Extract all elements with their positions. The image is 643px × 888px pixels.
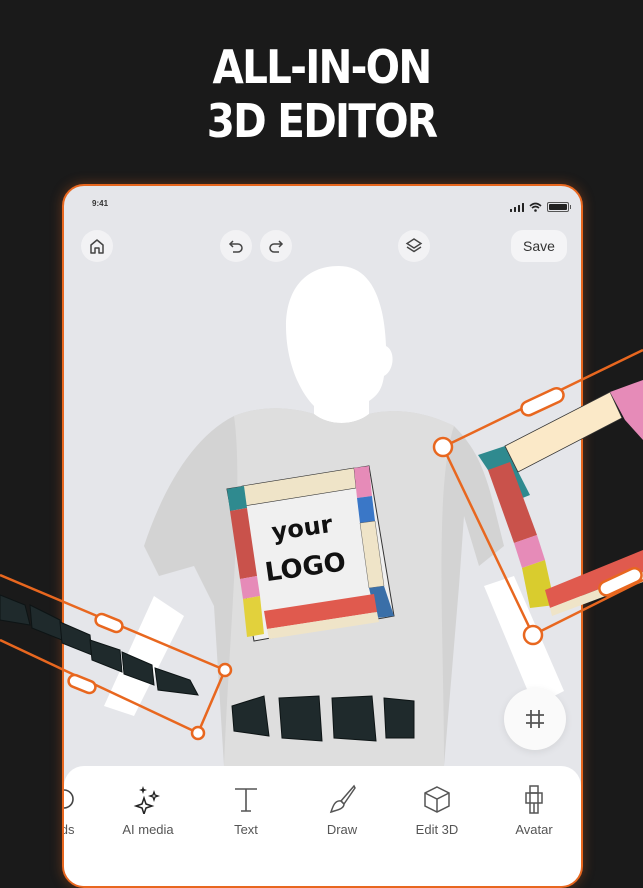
undo-icon xyxy=(228,240,243,253)
layers-icon xyxy=(405,238,423,253)
phone-screen: your LOGO 9:41 Save ads xyxy=(62,184,583,888)
save-button[interactable]: Save xyxy=(511,230,567,262)
grid-icon xyxy=(526,710,544,728)
brush-icon xyxy=(329,784,356,814)
battery-icon xyxy=(547,202,571,212)
tool-ai-media[interactable]: AI media xyxy=(108,784,188,837)
signal-icon xyxy=(509,202,524,212)
status-time: 9:41 xyxy=(92,199,109,208)
text-icon xyxy=(235,788,257,812)
undo-button[interactable] xyxy=(220,230,252,262)
sparkles-icon xyxy=(133,786,161,814)
redo-button[interactable] xyxy=(260,230,292,262)
tool-label: Text xyxy=(234,822,258,837)
tool-edit-3d[interactable]: Edit 3D xyxy=(397,784,477,837)
tool-label: Avatar xyxy=(515,822,553,837)
redo-icon xyxy=(269,240,284,253)
tool-text[interactable]: Text xyxy=(206,784,286,837)
headline-line-2: 3D EDITOR xyxy=(206,94,438,148)
tool-uploads[interactable]: ads xyxy=(62,784,104,837)
headline-line-1: ALL-IN-ON xyxy=(212,40,433,94)
home-icon xyxy=(90,239,104,254)
mannequin-right-arm xyxy=(484,576,564,706)
tool-draw[interactable]: Draw xyxy=(302,784,382,837)
tool-label: AI media xyxy=(122,822,174,837)
tool-avatar[interactable]: Avatar xyxy=(494,784,574,837)
upload-icon xyxy=(64,789,74,809)
logo-print[interactable]: your LOGO xyxy=(226,465,395,642)
home-button[interactable] xyxy=(81,230,113,262)
tool-label: Edit 3D xyxy=(415,822,459,837)
tool-label: Draw xyxy=(326,822,358,837)
cube-icon xyxy=(424,786,450,813)
avatar-icon xyxy=(525,785,543,814)
mannequin-left-arm xyxy=(104,596,184,716)
tool-label: ads xyxy=(62,822,75,837)
layers-button[interactable] xyxy=(398,230,430,262)
wifi-icon xyxy=(529,202,542,212)
grid-toggle-button[interactable] xyxy=(504,688,566,750)
promo-headline: ALL-IN-ON 3D EDITOR xyxy=(39,40,605,148)
status-icons xyxy=(509,202,571,212)
mannequin-head xyxy=(286,266,393,436)
bottom-toolbar: ads AI media Text Draw Edit 3D Avatar xyxy=(62,766,581,886)
